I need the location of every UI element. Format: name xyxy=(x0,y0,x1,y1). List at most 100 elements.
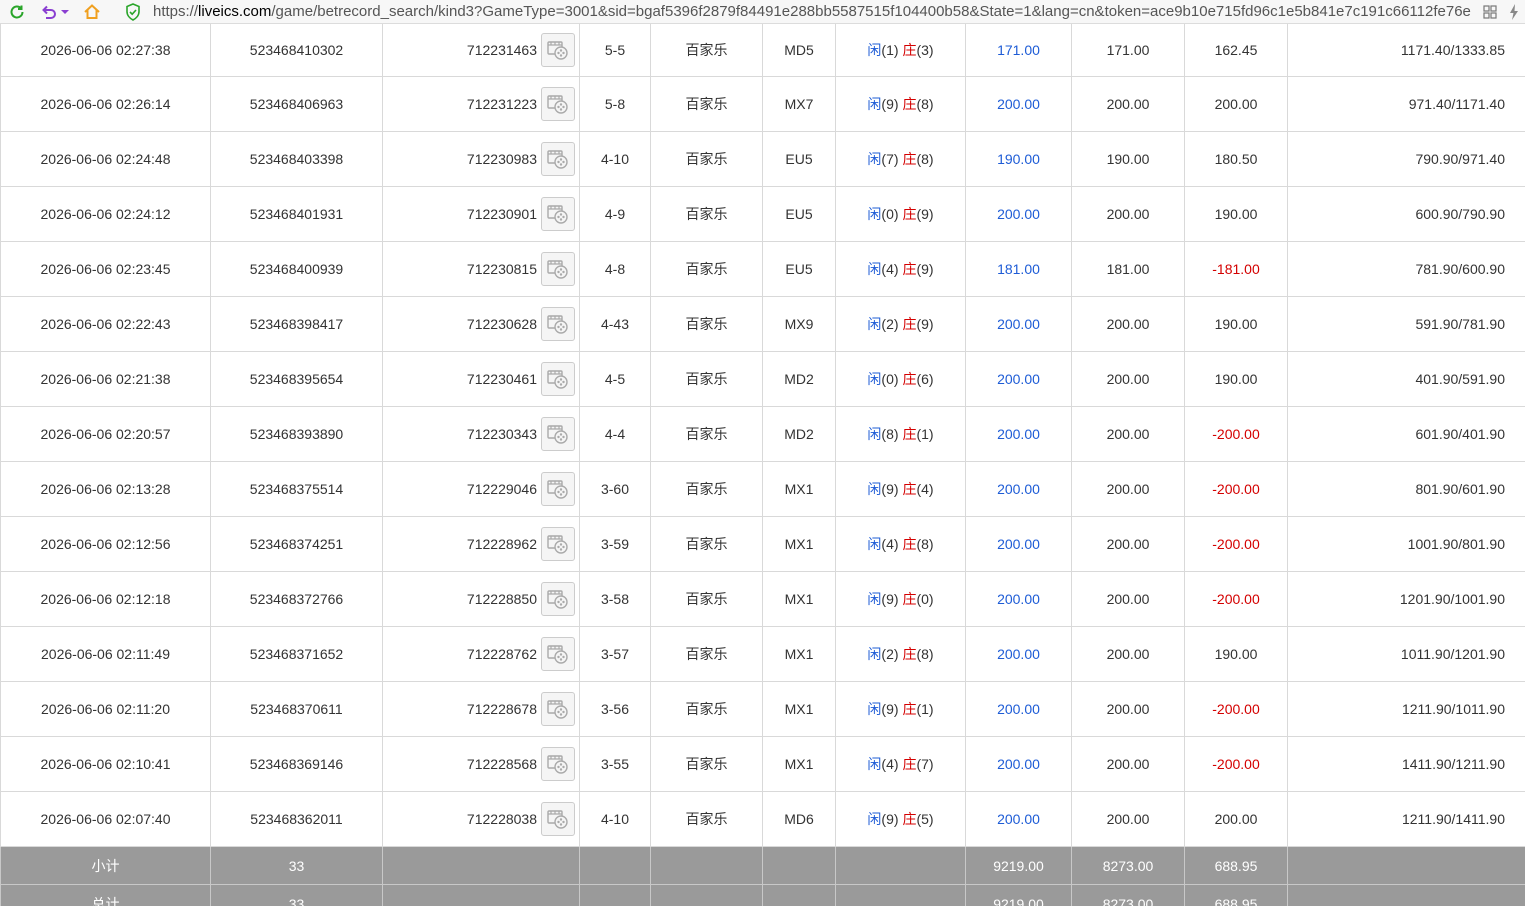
win-loss-cell: -200.00 xyxy=(1184,736,1288,792)
bet-amount: 200.00 xyxy=(997,756,1040,772)
lightning-button[interactable] xyxy=(1507,0,1521,24)
url-path: /game/betrecord_search/kind3?GameType=30… xyxy=(271,3,1471,20)
round-number: 712228762 xyxy=(466,646,537,662)
replay-video-button[interactable] xyxy=(541,527,575,561)
win-loss: 200.00 xyxy=(1214,811,1258,827)
win-loss: -200.00 xyxy=(1212,756,1260,772)
round-number: 712230901 xyxy=(466,206,537,222)
shoe-hand: 5-5 xyxy=(604,42,626,58)
replay-video-button[interactable] xyxy=(541,802,575,836)
replay-video-button[interactable] xyxy=(541,252,575,286)
bet-time-cell: 2026-06-06 02:13:28 xyxy=(0,461,211,517)
replay-video-button[interactable] xyxy=(541,197,575,231)
address-bar[interactable]: https://liveics.com/game/betrecord_searc… xyxy=(153,0,1478,24)
balance-cell: 1001.90/801.90 xyxy=(1287,516,1525,572)
refresh-button[interactable] xyxy=(6,0,28,24)
summary-valid: 8273.00 xyxy=(1102,857,1154,874)
game-type-cell: 百家乐 xyxy=(650,736,763,792)
table-code-cell: EU5 xyxy=(762,131,836,187)
player-label: 闲 xyxy=(867,481,882,497)
table-code: MD5 xyxy=(784,42,814,58)
order-number: 523468395654 xyxy=(249,371,344,387)
summary-bet-cell: 9219.00 xyxy=(965,884,1072,906)
result-cell: 闲(9) 庄(4) xyxy=(835,461,966,517)
balance-before-after: 591.90/781.90 xyxy=(1415,316,1505,332)
table-code-cell: MD6 xyxy=(762,791,836,847)
bet-time: 2026-06-06 02:21:38 xyxy=(40,371,171,387)
replay-video-button[interactable] xyxy=(541,582,575,616)
player-label: 闲 xyxy=(867,151,882,167)
banker-label: 庄 xyxy=(902,316,917,332)
bet-time: 2026-06-06 02:11:49 xyxy=(41,646,170,662)
game-type-cell: 百家乐 xyxy=(650,791,763,847)
security-indicator[interactable] xyxy=(124,0,142,24)
replay-video-button[interactable] xyxy=(541,417,575,451)
shoe-hand-cell: 3-57 xyxy=(579,626,651,682)
replay-video-button[interactable] xyxy=(541,33,575,67)
bet-time: 2026-06-06 02:26:14 xyxy=(40,96,171,112)
bet-amount: 190.00 xyxy=(997,151,1040,167)
round-number: 712230461 xyxy=(466,371,537,387)
bet-time: 2026-06-06 02:24:48 xyxy=(40,151,171,167)
bet-time: 2026-06-06 02:22:43 xyxy=(40,316,171,332)
bet-time-cell: 2026-06-06 02:24:12 xyxy=(0,186,211,242)
order-number: 523468369146 xyxy=(249,756,344,772)
replay-video-button[interactable] xyxy=(541,472,575,506)
table-row: 2026-06-06 02:23:45 523468400939 7122308… xyxy=(0,241,1525,297)
replay-video-button[interactable] xyxy=(541,87,575,121)
replay-video-button[interactable] xyxy=(541,142,575,176)
bet-time: 2026-06-06 02:20:57 xyxy=(40,426,171,442)
result-cell: 闲(2) 庄(9) xyxy=(835,296,966,352)
game-type: 百家乐 xyxy=(685,701,728,717)
summary-label: 小计 xyxy=(91,857,120,874)
player-label: 闲 xyxy=(867,316,882,332)
valid-bet-cell: 200.00 xyxy=(1071,296,1185,352)
table-code-cell: MX1 xyxy=(762,461,836,517)
shoe-hand-cell: 4-9 xyxy=(579,186,651,242)
summary-row: 小计 33 9219.00 8273.00 688.95 xyxy=(0,846,1525,885)
undo-button[interactable] xyxy=(38,0,60,24)
banker-score: (3) xyxy=(916,42,934,58)
balance-cell: 601.90/401.90 xyxy=(1287,406,1525,462)
replay-video-button[interactable] xyxy=(541,362,575,396)
result-cell: 闲(4) 庄(7) xyxy=(835,736,966,792)
shoe-hand: 4-43 xyxy=(600,316,630,332)
balance-cell: 600.90/790.90 xyxy=(1287,186,1525,242)
film-reel-icon xyxy=(547,700,568,719)
banker-score: (8) xyxy=(916,646,934,662)
player-score: (9) xyxy=(881,481,899,497)
replay-video-button[interactable] xyxy=(541,307,575,341)
summary-count-cell: 33 xyxy=(210,884,383,906)
home-icon xyxy=(84,4,100,19)
summary-empty-cell xyxy=(382,846,580,885)
replay-video-button[interactable] xyxy=(541,637,575,671)
shoe-hand-cell: 5-8 xyxy=(579,76,651,132)
replay-video-button[interactable] xyxy=(541,692,575,726)
undo-dropdown[interactable] xyxy=(60,0,70,24)
result-cell: 闲(0) 庄(9) xyxy=(835,186,966,242)
valid-bet-cell: 190.00 xyxy=(1071,131,1185,187)
dropdown-arrow-icon xyxy=(61,10,69,14)
summary-empty-cell xyxy=(762,846,836,885)
summary-win-cell: 688.95 xyxy=(1184,846,1288,885)
shoe-hand: 4-5 xyxy=(604,371,626,387)
balance-before-after: 1201.90/1001.90 xyxy=(1399,591,1505,607)
apps-button[interactable] xyxy=(1481,0,1499,24)
banker-score: (4) xyxy=(916,481,934,497)
undo-icon xyxy=(42,5,56,19)
game-type-cell: 百家乐 xyxy=(650,516,763,572)
banker-score: (7) xyxy=(916,756,934,772)
banker-score: (9) xyxy=(916,206,934,222)
order-number-cell: 523468393890 xyxy=(210,406,383,462)
bet-time: 2026-06-06 02:13:28 xyxy=(40,481,171,497)
bet-amount: 200.00 xyxy=(997,591,1040,607)
player-score: (9) xyxy=(881,701,899,717)
player-label: 闲 xyxy=(867,206,882,222)
home-button[interactable] xyxy=(81,0,103,24)
bet-amount-cell: 200.00 xyxy=(965,76,1072,132)
table-row: 2026-06-06 02:07:40 523468362011 7122280… xyxy=(0,791,1525,847)
bet-time-cell: 2026-06-06 02:22:43 xyxy=(0,296,211,352)
order-number-cell: 523468410302 xyxy=(210,24,383,77)
replay-video-button[interactable] xyxy=(541,747,575,781)
summary-empty-cell xyxy=(835,884,966,906)
